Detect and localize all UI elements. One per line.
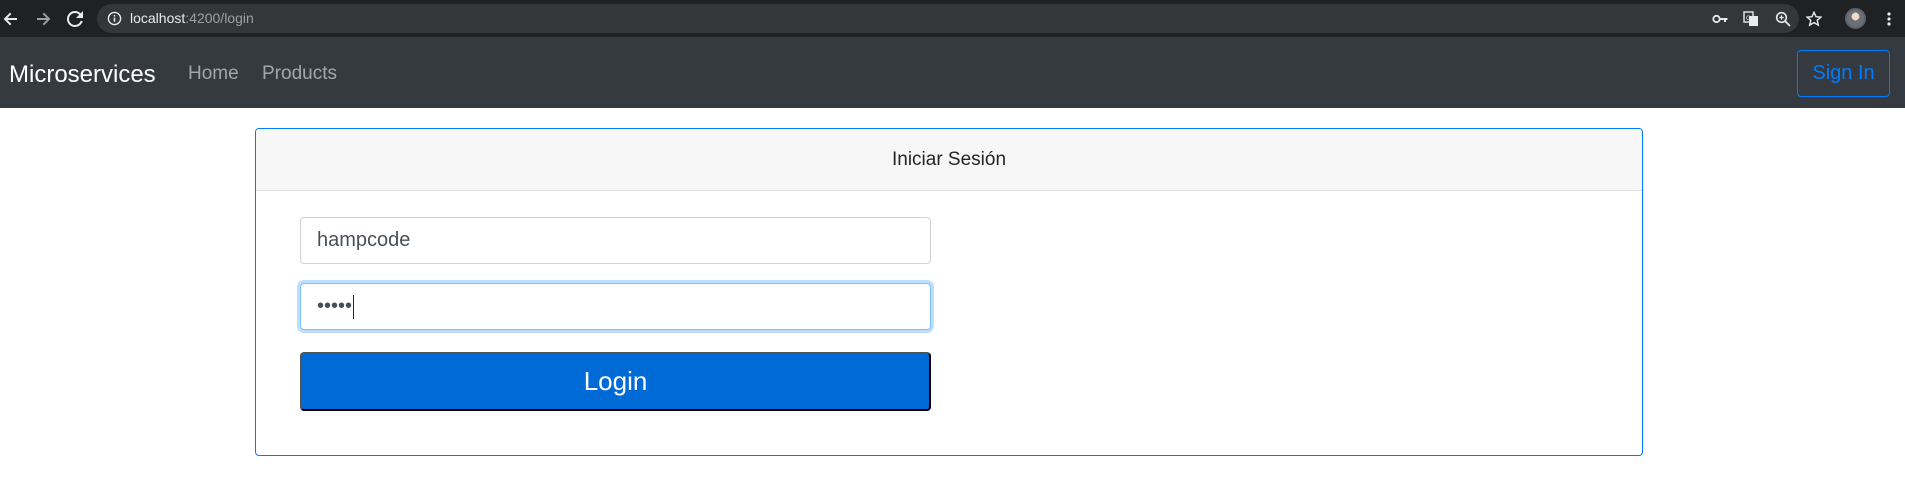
key-icon[interactable] (1710, 9, 1730, 29)
svg-text:G: G (1746, 15, 1751, 22)
reload-icon[interactable] (65, 9, 85, 29)
text-caret (353, 294, 355, 319)
site-info-icon[interactable] (107, 11, 122, 26)
password-value: ••••• (317, 295, 353, 317)
app-navbar: Microservices Home Products Sign In (0, 37, 1905, 108)
browser-toolbar: localhost:4200/login G (0, 0, 1905, 37)
forward-arrow-icon[interactable] (33, 9, 53, 29)
brand-logo-text[interactable]: Microservices (9, 61, 156, 89)
card-header-title: Iniciar Sesión (256, 129, 1642, 191)
bookmark-star-icon[interactable] (1804, 9, 1824, 29)
nav-link-home[interactable]: Home (188, 63, 239, 85)
username-value: hampcode (317, 229, 411, 251)
zoom-icon[interactable] (1773, 9, 1793, 29)
login-button[interactable]: Login (300, 352, 931, 411)
username-input[interactable]: hampcode (300, 217, 931, 264)
password-input[interactable]: ••••• (300, 283, 931, 330)
address-bar[interactable]: localhost:4200/login (97, 4, 1799, 33)
kebab-menu-icon[interactable] (1879, 9, 1899, 29)
back-arrow-icon[interactable] (1, 9, 21, 29)
profile-avatar[interactable] (1845, 8, 1866, 29)
login-card: Iniciar Sesión hampcode ••••• Login (255, 128, 1643, 456)
nav-link-products[interactable]: Products (262, 63, 337, 85)
sign-in-button[interactable]: Sign In (1797, 50, 1890, 97)
translate-icon[interactable]: G (1741, 9, 1761, 29)
url-text[interactable]: localhost:4200/login (130, 10, 254, 26)
